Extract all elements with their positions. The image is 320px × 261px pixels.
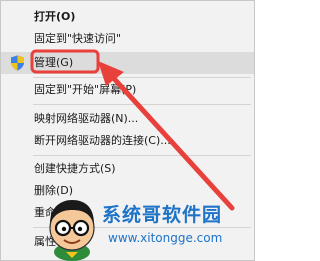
menu-item-map-drive[interactable]: 映射网络驱动器(N)... — [1, 108, 254, 130]
menu-item-disconnect-drive[interactable]: 断开网络驱动器的连接(C)... — [1, 130, 254, 152]
menu-separator — [33, 155, 251, 156]
watermark-url: www.xitongge.com — [108, 231, 223, 245]
menu-item-label: 映射网络驱动器(N)... — [34, 112, 139, 125]
menu-item-label: 固定到"快速访问" — [34, 32, 122, 45]
menu-separator — [33, 104, 251, 105]
menu-item-label: 断开网络驱动器的连接(C)... — [34, 134, 171, 147]
menu-item-open[interactable]: 打开(O) — [1, 6, 254, 28]
menu-item-pin-quick-access[interactable]: 固定到"快速访问" — [1, 28, 254, 50]
menu-item-label: 打开(O) — [34, 10, 76, 23]
menu-item-label: 管理(G) — [34, 56, 74, 69]
menu-item-label: 创建快捷方式(S) — [34, 162, 116, 175]
uac-shield-icon — [11, 55, 24, 71]
watermark: 系统哥软件园 www.xitongge.com — [40, 194, 255, 261]
watermark-title: 系统哥软件园 — [102, 204, 223, 226]
menu-separator — [33, 77, 251, 78]
menu-item-pin-start[interactable]: 固定到"开始"屏幕(P) — [1, 79, 254, 101]
mascot-icon — [49, 200, 95, 261]
menu-item-manage[interactable]: 管理(G) — [1, 52, 254, 74]
menu-item-label: 固定到"开始"屏幕(P) — [34, 83, 137, 96]
menu-item-create-shortcut[interactable]: 创建快捷方式(S) — [1, 158, 254, 180]
